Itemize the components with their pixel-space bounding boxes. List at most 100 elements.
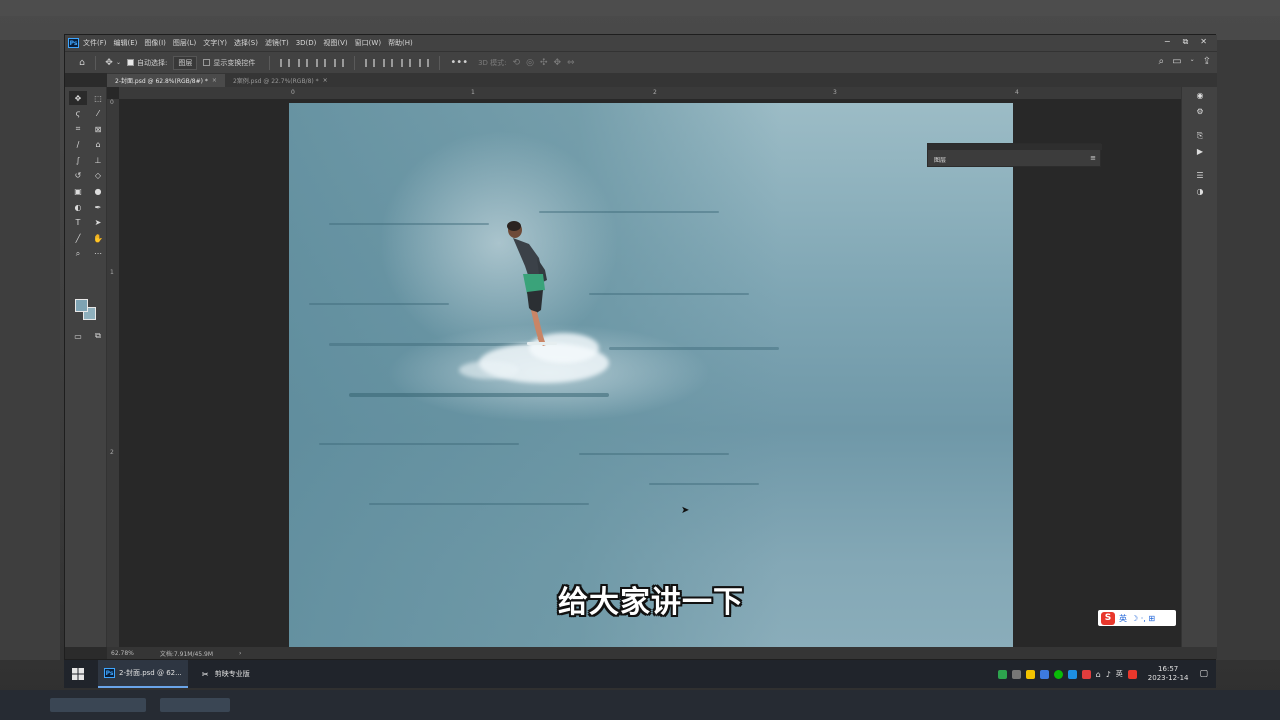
menu-view[interactable]: 视图(V): [323, 38, 347, 48]
move-tool-icon[interactable]: ✥: [102, 56, 116, 70]
auto-select-dropdown[interactable]: 图层: [173, 55, 198, 70]
align-center-icon[interactable]: [298, 58, 309, 67]
crop-tool-icon[interactable]: ⌗: [69, 122, 87, 136]
artboard[interactable]: 给大家讲一下 ➤: [289, 103, 1013, 647]
tray-ime-language[interactable]: 英: [1116, 669, 1123, 679]
distribute-left-icon[interactable]: [365, 58, 376, 67]
layers-panel-tab[interactable]: 图层: [934, 155, 946, 164]
home-icon[interactable]: ⌂: [75, 56, 89, 70]
layers-panel[interactable]: 图层 ≡: [927, 143, 1102, 167]
auto-select-checkbox[interactable]: [127, 59, 135, 66]
more-options-icon[interactable]: •••: [450, 57, 468, 68]
taskbar-app-jianying[interactable]: ✂ 剪映专业版: [194, 660, 256, 688]
adjustments-icon[interactable]: ⚙: [1194, 107, 1206, 119]
brush-tool-icon[interactable]: ∫: [69, 153, 87, 167]
type-tool-icon[interactable]: T: [69, 216, 87, 230]
ime-language[interactable]: 英: [1119, 613, 1127, 624]
ime-toolbar[interactable]: S 英 ☽ ·, ⊞: [1098, 610, 1176, 626]
menu-select[interactable]: 选择(S): [234, 38, 258, 48]
gradient-tool-icon[interactable]: ▣: [69, 185, 87, 199]
dodge-tool-icon[interactable]: ◐: [69, 200, 87, 214]
tray-app-icon[interactable]: [1011, 669, 1021, 679]
menu-icon[interactable]: ≡: [1090, 154, 1096, 162]
tab-document-cover[interactable]: 2-封面.psd @ 62.8%(RGB/8#) * ×: [107, 74, 225, 87]
play-actions-icon[interactable]: ▶: [1194, 147, 1206, 159]
3d-slide-icon[interactable]: ✥: [553, 58, 561, 68]
stamp-tool-icon[interactable]: ⊥: [89, 153, 107, 167]
ime-extra-icons[interactable]: ☽ ·, ⊞: [1131, 614, 1155, 623]
notification-icon[interactable]: ▢: [1199, 669, 1208, 679]
sogou-tray-icon[interactable]: [1127, 669, 1137, 679]
tray-app-icon[interactable]: [1039, 669, 1049, 679]
quick-mask-icon[interactable]: ▭: [69, 329, 87, 343]
chevron-down-icon[interactable]: ⌄: [116, 59, 121, 66]
menu-3d[interactable]: 3D(D): [296, 39, 317, 47]
distribute-right-icon[interactable]: [401, 58, 412, 67]
screen-mode-icon[interactable]: ⧉: [89, 329, 107, 343]
search-icon[interactable]: ⌕: [1159, 56, 1165, 67]
magic-wand-tool-icon[interactable]: ⁄: [89, 107, 107, 121]
wechat-icon[interactable]: [1053, 669, 1063, 679]
align-left-icon[interactable]: [280, 58, 291, 67]
menu-layer[interactable]: 图层(L): [173, 38, 196, 48]
line-tool-icon[interactable]: ╱: [69, 231, 87, 245]
3d-roll-icon[interactable]: ◎: [526, 58, 534, 68]
frame-tool-icon[interactable]: ⊠: [89, 122, 107, 136]
lasso-tool-icon[interactable]: ϛ: [69, 107, 87, 121]
pen-tool-icon[interactable]: ✒: [89, 200, 107, 214]
blurred-right-area: [1216, 40, 1280, 660]
marquee-tool-icon[interactable]: ⬚: [89, 91, 107, 105]
share-icon[interactable]: ⇪: [1203, 56, 1211, 67]
path-select-tool-icon[interactable]: ➤: [89, 216, 107, 230]
3d-orbit-icon[interactable]: ⟲: [513, 58, 521, 68]
foreground-color-swatch[interactable]: [75, 299, 88, 312]
tray-app-icon[interactable]: [1067, 669, 1077, 679]
menu-image[interactable]: 图像(I): [144, 38, 166, 48]
tray-app-icon[interactable]: [997, 669, 1007, 679]
zoom-level[interactable]: 62.78%: [111, 650, 134, 657]
distribute-top-icon[interactable]: [419, 58, 430, 67]
menu-window[interactable]: 窗口(W): [355, 38, 381, 48]
restore-icon[interactable]: ⧉: [1183, 37, 1189, 47]
history-brush-tool-icon[interactable]: ↺: [69, 169, 87, 183]
network-icon[interactable]: ⌂: [1096, 670, 1101, 679]
menu-filter[interactable]: 滤镜(T): [265, 38, 289, 48]
show-transform-checkbox[interactable]: [203, 59, 211, 66]
taskbar-app-photoshop[interactable]: Ps 2-封面.psd @ 62...: [98, 660, 188, 688]
hand-tool-icon[interactable]: ✋: [89, 231, 107, 245]
close-icon[interactable]: ×: [323, 77, 328, 84]
clock[interactable]: 16:57 2023-12-14: [1148, 665, 1189, 683]
menu-edit[interactable]: 编辑(E): [114, 38, 138, 48]
distribute-center-icon[interactable]: [383, 58, 394, 67]
tray-app-icon[interactable]: [1081, 669, 1091, 679]
align-right-icon[interactable]: [316, 58, 327, 67]
properties-icon[interactable]: ☰: [1194, 171, 1206, 183]
3d-scale-icon[interactable]: ⇔: [567, 58, 575, 68]
chevron-down-icon[interactable]: ⌄: [1190, 56, 1195, 67]
align-top-icon[interactable]: [334, 58, 345, 67]
status-arrow[interactable]: ›: [239, 650, 241, 657]
volume-icon[interactable]: ♪: [1106, 670, 1111, 679]
minimize-icon[interactable]: −: [1164, 37, 1171, 47]
move-tool-icon[interactable]: ✥: [69, 91, 87, 105]
history-icon[interactable]: ⎘: [1194, 131, 1206, 143]
tray-app-icon[interactable]: [1025, 669, 1035, 679]
ruler-tick: 3: [833, 89, 837, 96]
eraser-tool-icon[interactable]: ◇: [89, 169, 107, 183]
menu-file[interactable]: 文件(F): [83, 38, 107, 48]
close-icon[interactable]: ×: [212, 77, 217, 84]
zoom-tool-icon[interactable]: ⌕: [69, 247, 87, 261]
windows-start-icon[interactable]: [64, 660, 92, 688]
blur-tool-icon[interactable]: ●: [89, 185, 107, 199]
more-tools-icon[interactable]: ⋯: [89, 247, 107, 261]
menu-type[interactable]: 文字(Y): [203, 38, 227, 48]
workspace-icon[interactable]: ▭: [1172, 56, 1181, 67]
styles-icon[interactable]: ◑: [1194, 187, 1206, 199]
3d-pan-icon[interactable]: ✣: [540, 58, 548, 68]
eyedropper-tool-icon[interactable]: ∕: [69, 138, 87, 152]
color-panel-icon[interactable]: ◉: [1194, 91, 1206, 103]
close-icon[interactable]: ✕: [1200, 37, 1207, 47]
menu-help[interactable]: 帮助(H): [388, 38, 413, 48]
tab-document-case[interactable]: 2案例.psd @ 22.7%(RGB/8) * ×: [225, 74, 336, 87]
healing-brush-tool-icon[interactable]: ⌂: [89, 138, 107, 152]
